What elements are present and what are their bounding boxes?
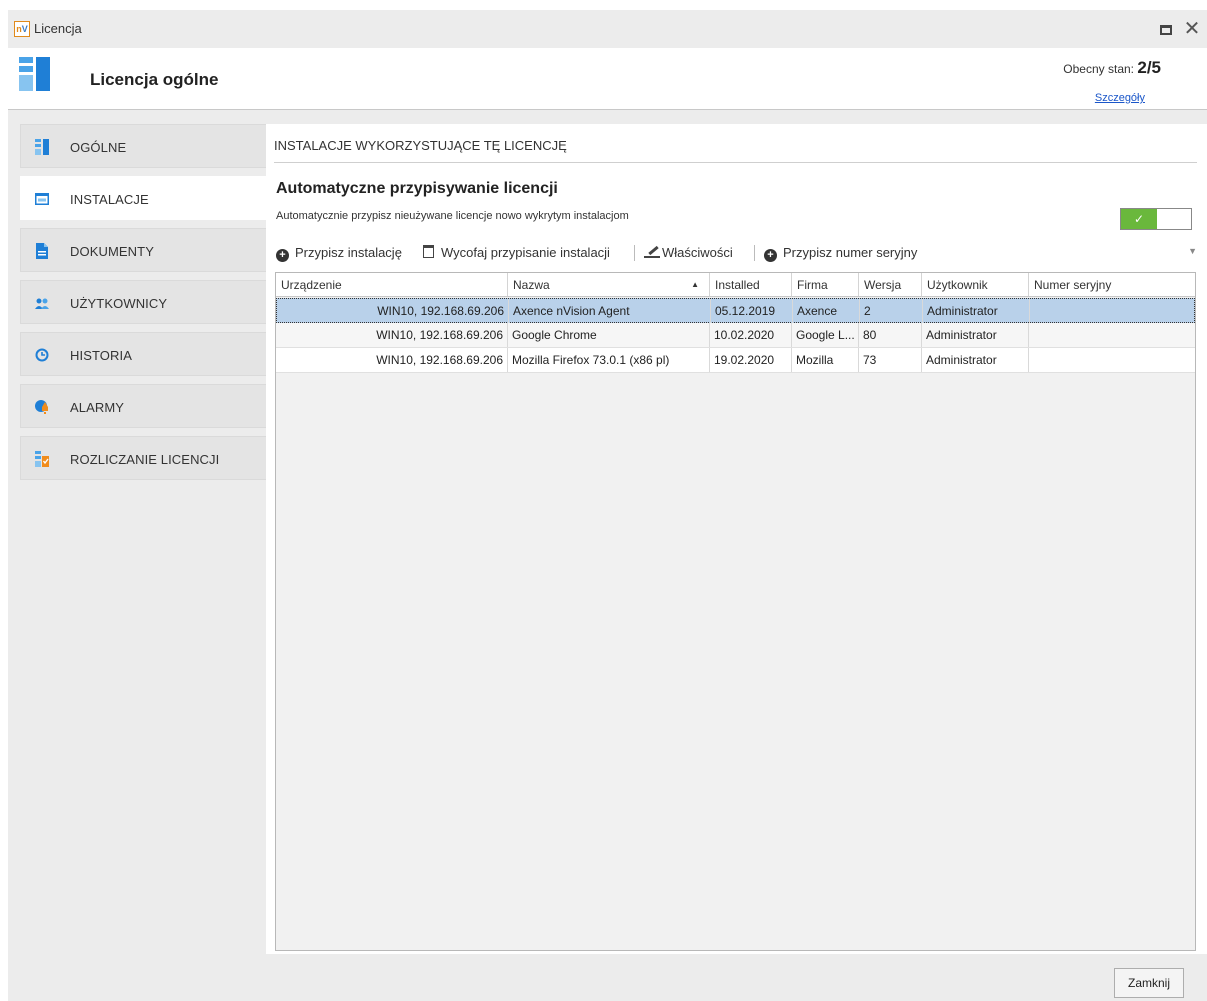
toolbar-separator: [634, 245, 635, 261]
cell-user: Administrator: [922, 323, 1029, 347]
sidebar-item-license-accounting[interactable]: ROZLICZANIE LICENCJI: [20, 436, 266, 480]
sidebar-item-users[interactable]: UŻYTKOWNICY: [20, 280, 266, 324]
cell-device: WIN10, 192.168.69.206: [276, 348, 508, 372]
section-title: INSTALACJE WYKORZYSTUJĄCE TĘ LICENCJĘ: [274, 138, 567, 153]
revoke-assignment-label: Wycofaj przypisanie instalacji: [441, 245, 610, 260]
installations-icon: [35, 193, 49, 205]
assign-serial-label: Przypisz numer seryjny: [783, 245, 918, 260]
maximize-button[interactable]: [1155, 18, 1177, 40]
assign-serial-button[interactable]: + Przypisz numer seryjny: [764, 245, 917, 262]
sidebar-item-label: INSTALACJE: [70, 192, 149, 207]
close-button-label: Zamknij: [1127, 976, 1170, 990]
cell-device: WIN10, 192.168.69.206: [277, 299, 509, 323]
divider: [274, 162, 1197, 163]
plus-circle-icon: +: [764, 249, 777, 262]
cell-user: Administrator: [922, 348, 1029, 372]
cell-user: Administrator: [923, 299, 1030, 323]
cell-serial: [1029, 323, 1195, 347]
cell-installed: 05.12.2019: [711, 299, 793, 323]
cell-serial: [1029, 348, 1195, 372]
cell-version: 80: [859, 323, 922, 347]
auto-assign-title: Automatyczne przypisywanie licencji: [276, 180, 558, 197]
content-panel: INSTALACJE WYKORZYSTUJĄCE TĘ LICENCJĘ Au…: [266, 124, 1207, 954]
history-icon: [35, 348, 49, 362]
title-bar: nV Licencja ✕: [8, 10, 1207, 48]
window-title: Licencja: [34, 21, 82, 36]
sidebar-item-label: UŻYTKOWNICY: [70, 296, 168, 311]
column-header-installed[interactable]: Installed: [710, 273, 792, 296]
sidebar-item-general[interactable]: OGÓLNE: [20, 124, 266, 168]
trash-icon: [423, 245, 434, 258]
sidebar-item-label: ROZLICZANIE LICENCJI: [70, 452, 220, 467]
assign-installation-button[interactable]: + Przypisz instalację: [276, 245, 402, 262]
sidebar-item-label: HISTORIA: [70, 348, 132, 363]
column-header-version[interactable]: Wersja: [859, 273, 922, 296]
column-header-name[interactable]: Nazwa ▲: [508, 273, 710, 296]
app-logo-icon: nV: [14, 21, 30, 37]
sidebar-item-history[interactable]: HISTORIA: [20, 332, 266, 376]
properties-button[interactable]: Właściwości: [644, 245, 733, 260]
column-header-name-label: Nazwa: [513, 278, 550, 292]
sidebar-item-label: DOKUMENTY: [70, 244, 154, 259]
cell-serial: [1030, 299, 1194, 323]
maximize-icon: [1160, 25, 1172, 35]
document-icon: [36, 243, 48, 259]
table-row[interactable]: WIN10, 192.168.69.206 Google Chrome 10.0…: [276, 323, 1195, 348]
cell-version: 2: [860, 299, 923, 323]
status-value: 2/5: [1137, 58, 1161, 77]
properties-label: Właściwości: [662, 245, 733, 260]
license-general-icon: [19, 57, 51, 91]
column-header-serial[interactable]: Numer seryjny: [1029, 273, 1195, 296]
sidebar: OGÓLNE INSTALACJE DOKUMENTY UŻYTKOWNICY …: [20, 124, 267, 488]
cell-installed: 10.02.2020: [710, 323, 792, 347]
auto-assign-description: Automatycznie przypisz nieużywane licenc…: [276, 210, 629, 222]
license-window: nV Licencja ✕ Licencja ogólne Obecny sta…: [8, 10, 1207, 1001]
cell-company: Axence: [793, 299, 860, 323]
cell-name: Mozilla Firefox 73.0.1 (x86 pl): [508, 348, 710, 372]
cell-version: 73: [859, 348, 922, 372]
check-icon: ✓: [1121, 209, 1157, 229]
page-title: Licencja ogólne: [90, 70, 219, 89]
column-header-company[interactable]: Firma: [792, 273, 859, 296]
license-accounting-icon: [35, 451, 49, 467]
column-header-user[interactable]: Użytkownik: [922, 273, 1029, 296]
alarm-icon: [35, 400, 48, 414]
users-icon: [35, 298, 49, 309]
cell-company: Google L...: [792, 323, 859, 347]
pencil-icon: [644, 246, 660, 258]
toolbar: + Przypisz instalację Wycofaj przypisanie…: [276, 240, 1197, 266]
details-link[interactable]: Szczegóły: [1095, 92, 1145, 104]
status-label: Obecny stan:: [1063, 62, 1135, 76]
close-button[interactable]: Zamknij: [1114, 968, 1184, 998]
revoke-assignment-button[interactable]: Wycofaj przypisanie instalacji: [423, 245, 610, 260]
installations-table: Urządzenie Nazwa ▲ Installed Firma Wersj…: [275, 272, 1196, 951]
cell-installed: 19.02.2020: [710, 348, 792, 372]
toolbar-overflow-icon[interactable]: ▼: [1188, 246, 1197, 256]
page-header: Licencja ogólne Obecny stan: 2/5 Szczegó…: [8, 48, 1207, 110]
sidebar-item-installations[interactable]: INSTALACJE: [20, 176, 267, 220]
column-header-device[interactable]: Urządzenie: [276, 273, 508, 296]
cell-company: Mozilla: [792, 348, 859, 372]
close-window-button[interactable]: ✕: [1181, 18, 1203, 40]
table-row[interactable]: WIN10, 192.168.69.206 Axence nVision Age…: [276, 298, 1195, 323]
toolbar-separator: [754, 245, 755, 261]
cell-name: Axence nVision Agent: [509, 299, 711, 323]
general-icon: [35, 139, 49, 155]
auto-assign-toggle[interactable]: ✓: [1120, 208, 1192, 230]
sort-ascending-icon: ▲: [691, 280, 699, 289]
sidebar-item-documents[interactable]: DOKUMENTY: [20, 228, 266, 272]
cell-name: Google Chrome: [508, 323, 710, 347]
sidebar-item-label: OGÓLNE: [70, 140, 127, 155]
sidebar-item-alarms[interactable]: ALARMY: [20, 384, 266, 428]
license-status: Obecny stan: 2/5: [1063, 58, 1161, 78]
table-header: Urządzenie Nazwa ▲ Installed Firma Wersj…: [276, 273, 1195, 297]
cell-device: WIN10, 192.168.69.206: [276, 323, 508, 347]
plus-circle-icon: +: [276, 249, 289, 262]
assign-installation-label: Przypisz instalację: [295, 245, 402, 260]
sidebar-item-label: ALARMY: [70, 400, 125, 415]
table-row[interactable]: WIN10, 192.168.69.206 Mozilla Firefox 73…: [276, 348, 1195, 373]
